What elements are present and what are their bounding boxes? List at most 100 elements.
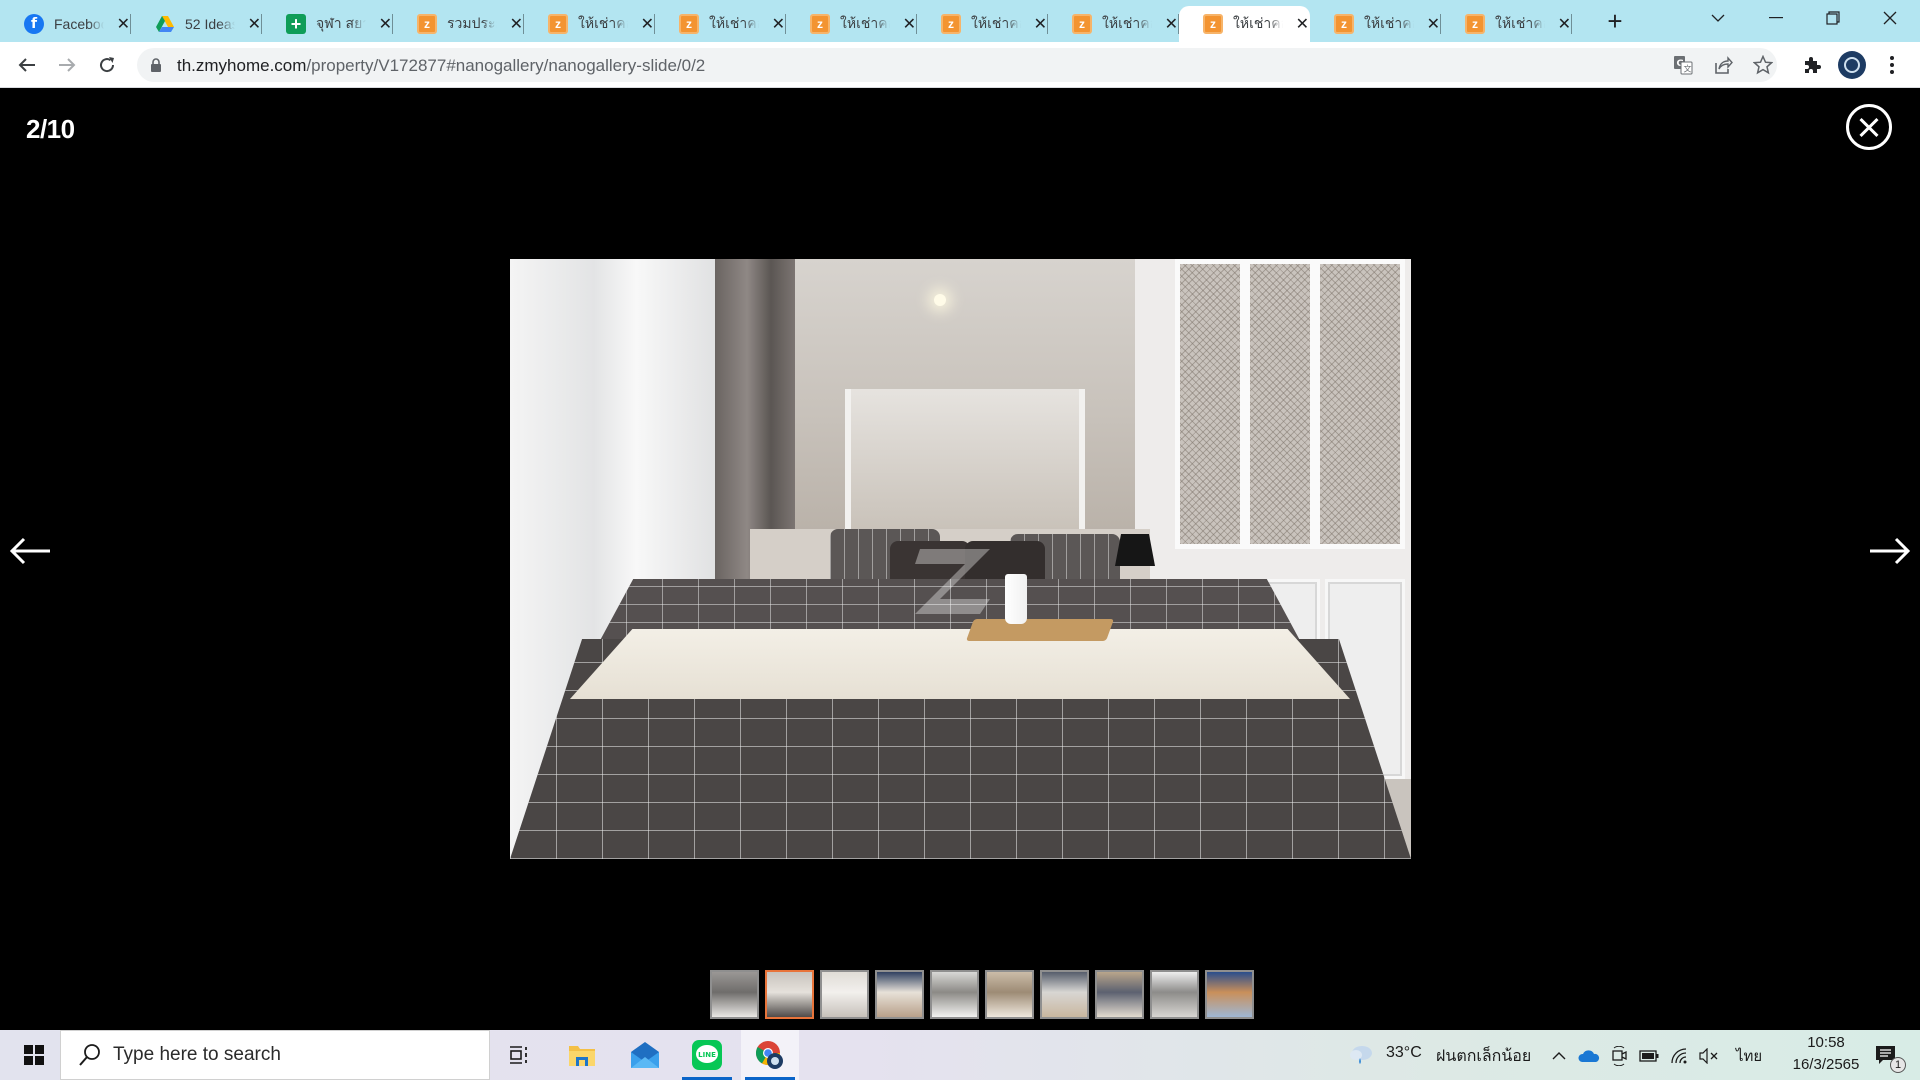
browser-tab[interactable]: 52 Ideas ✕ <box>131 6 262 42</box>
browser-tab[interactable]: z ให้เช่าคอนโด ✕ <box>655 6 786 42</box>
battery-icon <box>1639 1050 1659 1062</box>
new-tab-button[interactable]: + <box>1600 6 1630 36</box>
gallery-thumbnail[interactable] <box>710 970 759 1019</box>
gallery-thumbnail[interactable] <box>1150 970 1199 1019</box>
gallery-thumbnail[interactable] <box>875 970 924 1019</box>
zmyhome-icon: z <box>1465 14 1485 34</box>
battery-button[interactable] <box>1638 1045 1660 1067</box>
main-gallery-image[interactable] <box>510 259 1411 859</box>
minimize-button[interactable] <box>1748 0 1804 36</box>
reload-button[interactable] <box>91 49 123 81</box>
gallery-thumbnail[interactable] <box>1205 970 1254 1019</box>
translate-icon: G文 <box>1674 56 1693 75</box>
extensions-button[interactable] <box>1797 50 1827 80</box>
zmyhome-icon: z <box>941 14 961 34</box>
gallery-thumbnail[interactable] <box>1095 970 1144 1019</box>
task-view-icon <box>510 1046 527 1064</box>
line-app-icon: LINE <box>692 1040 722 1070</box>
close-tab-icon[interactable]: ✕ <box>1557 14 1572 34</box>
volume-muted-icon <box>1699 1048 1718 1064</box>
browser-tab[interactable]: f Facebook ✕ <box>0 6 131 42</box>
network-button[interactable] <box>1668 1045 1690 1067</box>
search-icon <box>79 1044 100 1066</box>
weather-rain-icon[interactable] <box>1348 1044 1374 1066</box>
photo-mirror <box>845 389 1085 539</box>
weather-temperature[interactable]: 33°C <box>1386 1044 1422 1062</box>
tab-search-button[interactable] <box>1690 0 1746 36</box>
line-app-button[interactable]: LINE <box>678 1030 736 1080</box>
start-button[interactable] <box>10 1030 58 1080</box>
close-tab-icon[interactable]: ✕ <box>116 14 131 34</box>
close-tab-icon[interactable]: ✕ <box>1295 14 1310 34</box>
next-image-button[interactable] <box>1868 536 1912 566</box>
onedrive-cloud-icon <box>1578 1050 1600 1062</box>
previous-image-button[interactable] <box>8 536 52 566</box>
gallery-thumbnail[interactable] <box>1040 970 1089 1019</box>
watermark-logo-icon <box>915 549 990 614</box>
browser-tab[interactable]: z ให้เช่าคอนโด ✕ <box>917 6 1048 42</box>
gallery-thumbnail[interactable] <box>765 970 814 1019</box>
meet-now-button[interactable] <box>1608 1045 1630 1067</box>
tab-strip: f Facebook ✕ 52 Ideas ✕ + จุฬา สยาม ✕ z รวมประกาศ… <box>0 0 1920 42</box>
back-button[interactable] <box>11 49 43 81</box>
close-tab-icon[interactable]: ✕ <box>509 14 524 34</box>
close-tab-icon[interactable]: ✕ <box>1033 14 1048 34</box>
browser-tab[interactable]: + จุฬา สยาม ✕ <box>262 6 393 42</box>
close-tab-icon[interactable]: ✕ <box>902 14 917 34</box>
browser-tab[interactable]: z ให้เช่าคอนโด ✕ <box>786 6 917 42</box>
lock-icon[interactable] <box>151 58 161 72</box>
bookmark-button[interactable] <box>1750 53 1776 77</box>
close-tab-icon[interactable]: ✕ <box>378 14 393 34</box>
zmyhome-icon: z <box>810 14 830 34</box>
close-tab-icon[interactable]: ✕ <box>1164 14 1179 34</box>
profile-button[interactable] <box>1837 50 1867 80</box>
share-button[interactable] <box>1710 53 1736 77</box>
close-tab-icon[interactable]: ✕ <box>247 14 262 34</box>
photo-blanket <box>570 629 1350 699</box>
mail-button[interactable] <box>616 1030 674 1080</box>
browser-tab[interactable]: z ให้เช่าคอนโด ✕ <box>1310 6 1441 42</box>
browser-tab[interactable]: z ให้เช่าคอนโด ✕ <box>1179 6 1310 42</box>
restore-button[interactable] <box>1805 0 1861 36</box>
close-window-button[interactable] <box>1862 0 1918 36</box>
show-hidden-icons-button[interactable] <box>1548 1045 1570 1067</box>
windows-taskbar: Type here to search LINE 33°C ฝนตกเล็กน้… <box>0 1030 1920 1080</box>
onedrive-button[interactable] <box>1578 1045 1600 1067</box>
tab-title: 52 Ideas <box>185 16 235 32</box>
input-language[interactable]: ไทย <box>1736 1044 1762 1068</box>
close-tab-icon[interactable]: ✕ <box>1426 14 1441 34</box>
task-view-button[interactable] <box>490 1030 548 1080</box>
gallery-thumbnail[interactable] <box>930 970 979 1019</box>
translate-button[interactable]: G文 <box>1670 53 1696 77</box>
url-text[interactable]: th.zmyhome.com/property/V172877#nanogall… <box>177 56 705 76</box>
browser-menu-button[interactable] <box>1877 50 1907 80</box>
file-explorer-button[interactable] <box>553 1030 611 1080</box>
chrome-icon <box>755 1041 783 1069</box>
close-icon <box>1883 11 1897 25</box>
weather-condition[interactable]: ฝนตกเล็กน้อย <box>1436 1044 1531 1069</box>
close-tab-icon[interactable]: ✕ <box>640 14 655 34</box>
browser-tab[interactable]: z ให้เช่าคอนโด ✕ <box>1048 6 1179 42</box>
browser-tab[interactable]: z ให้เช่าคอนโด ✕ <box>1441 6 1572 42</box>
gallery-thumbnail[interactable] <box>820 970 869 1019</box>
zmyhome-icon: z <box>1203 14 1223 34</box>
close-gallery-button[interactable] <box>1846 104 1892 150</box>
file-explorer-icon <box>569 1046 595 1066</box>
browser-tab[interactable]: z รวมประกาศ ✕ <box>393 6 524 42</box>
browser-tab[interactable]: z ให้เช่าคอนโด ✕ <box>524 6 655 42</box>
gallery-thumbnail[interactable] <box>985 970 1034 1019</box>
clock-date[interactable]: 16/3/2565 <box>1776 1056 1876 1073</box>
clock-time[interactable]: 10:58 <box>1792 1034 1860 1051</box>
address-bar[interactable]: th.zmyhome.com/property/V172877#nanogall… <box>137 48 1777 82</box>
chrome-button[interactable] <box>741 1030 799 1080</box>
volume-button[interactable] <box>1698 1045 1720 1067</box>
reload-icon <box>100 57 115 73</box>
notification-center-button[interactable]: 1 <box>1870 1041 1906 1073</box>
taskbar-search-box[interactable]: Type here to search <box>60 1030 490 1080</box>
tab-title: ให้เช่าคอนโด <box>1364 15 1414 31</box>
tab-title: ให้เช่าคอนโด <box>971 15 1021 31</box>
google-drive-icon <box>155 14 175 34</box>
zmyhome-icon: z <box>417 14 437 34</box>
close-tab-icon[interactable]: ✕ <box>771 14 786 34</box>
forward-button[interactable] <box>51 49 83 81</box>
